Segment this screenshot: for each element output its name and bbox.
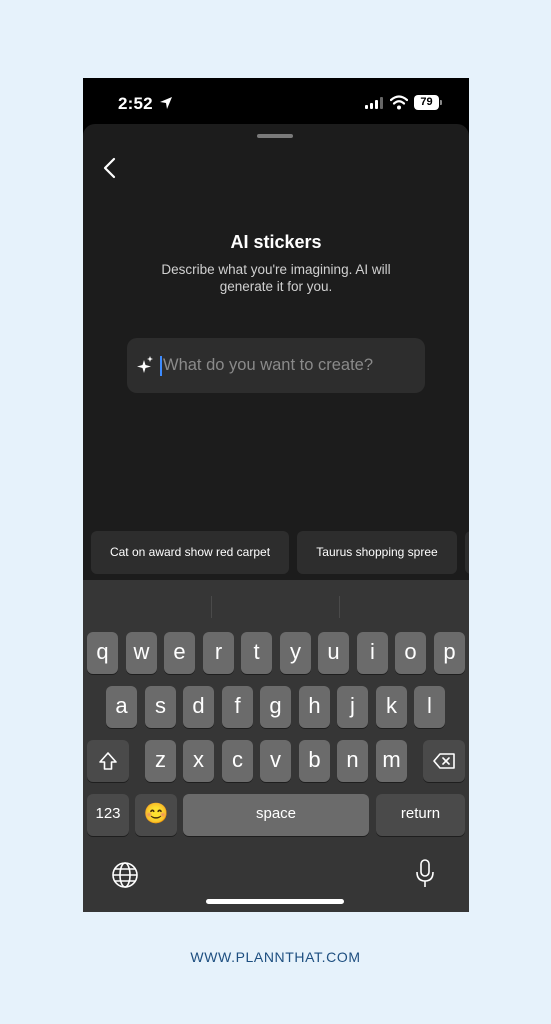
key-m[interactable]: m bbox=[376, 740, 407, 782]
delete-key[interactable] bbox=[423, 740, 465, 782]
phone-screen: 2:52 79 AI stickers Describe what you're… bbox=[83, 78, 469, 912]
prompt-input[interactable]: What do you want to create? bbox=[127, 338, 425, 393]
suggestion-chip-partial[interactable] bbox=[465, 531, 469, 574]
key-c[interactable]: c bbox=[222, 740, 253, 782]
sheet-title: AI stickers bbox=[230, 232, 322, 252]
key-p[interactable]: p bbox=[434, 632, 465, 674]
key-k[interactable]: k bbox=[376, 686, 407, 728]
suggestion-chip[interactable]: Cat on award show red carpet bbox=[91, 531, 289, 574]
key-r[interactable]: r bbox=[203, 632, 234, 674]
emoji-key[interactable]: 😊 bbox=[135, 794, 177, 836]
microphone-icon[interactable] bbox=[415, 859, 435, 889]
key-n[interactable]: n bbox=[337, 740, 368, 782]
key-l[interactable]: l bbox=[414, 686, 445, 728]
suggestion-chips: Cat on award show red carpet Taurus shop… bbox=[83, 531, 469, 576]
sheet-subtitle: Describe what you're imagining. AI will … bbox=[161, 262, 391, 294]
website-caption: WWW.PLANNTHAT.COM bbox=[190, 949, 361, 965]
key-b[interactable]: b bbox=[299, 740, 330, 782]
status-time: 2:52 bbox=[118, 94, 153, 113]
sparkle-icon bbox=[137, 356, 153, 373]
shift-key[interactable] bbox=[87, 740, 129, 782]
key-v[interactable]: v bbox=[260, 740, 291, 782]
battery-indicator: 79 bbox=[414, 95, 442, 110]
return-key[interactable]: return bbox=[376, 794, 465, 836]
key-x[interactable]: x bbox=[183, 740, 214, 782]
space-key[interactable]: space bbox=[183, 794, 369, 836]
wifi-icon bbox=[390, 95, 408, 110]
key-z[interactable]: z bbox=[145, 740, 176, 782]
key-u[interactable]: u bbox=[318, 632, 349, 674]
shift-icon bbox=[99, 752, 117, 770]
keyboard: q w e r t y u i o p a s d f g h j k l z … bbox=[83, 580, 469, 912]
key-o[interactable]: o bbox=[395, 632, 426, 674]
prompt-placeholder: What do you want to create? bbox=[163, 356, 374, 374]
key-g[interactable]: g bbox=[260, 686, 291, 728]
suggestion-chip[interactable]: Taurus shopping spree bbox=[297, 531, 457, 574]
key-i[interactable]: i bbox=[357, 632, 388, 674]
key-a[interactable]: a bbox=[106, 686, 137, 728]
numbers-key[interactable]: 123 bbox=[87, 794, 129, 836]
globe-icon[interactable] bbox=[111, 861, 139, 889]
key-t[interactable]: t bbox=[241, 632, 272, 674]
key-e[interactable]: e bbox=[164, 632, 195, 674]
key-y[interactable]: y bbox=[280, 632, 311, 674]
backspace-icon bbox=[433, 753, 455, 769]
key-w[interactable]: w bbox=[126, 632, 157, 674]
battery-cap bbox=[440, 100, 442, 105]
predictive-divider bbox=[211, 596, 212, 618]
home-indicator[interactable] bbox=[206, 899, 344, 904]
location-arrow-icon bbox=[160, 97, 172, 109]
text-caret bbox=[160, 356, 162, 376]
predictive-divider bbox=[339, 596, 340, 618]
status-bar: 2:52 79 bbox=[83, 78, 469, 126]
key-q[interactable]: q bbox=[87, 632, 118, 674]
key-h[interactable]: h bbox=[299, 686, 330, 728]
key-j[interactable]: j bbox=[337, 686, 368, 728]
back-chevron-icon[interactable] bbox=[101, 156, 119, 180]
key-d[interactable]: d bbox=[183, 686, 214, 728]
sheet-grabber[interactable] bbox=[257, 134, 293, 138]
key-s[interactable]: s bbox=[145, 686, 176, 728]
cellular-signal-icon bbox=[365, 97, 383, 109]
battery-level: 79 bbox=[414, 95, 439, 110]
key-f[interactable]: f bbox=[222, 686, 253, 728]
